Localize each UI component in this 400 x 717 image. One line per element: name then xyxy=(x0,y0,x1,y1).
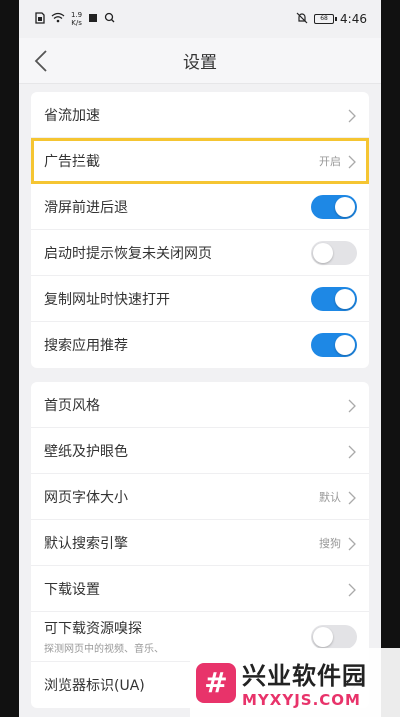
setting-label: 下载设置 xyxy=(44,581,100,598)
setting-label: 复制网址时快速打开 xyxy=(44,291,170,308)
setting-row-download[interactable]: 下载设置 xyxy=(31,566,369,612)
watermark-cn: 兴业软件园 xyxy=(242,662,367,690)
setting-label: 滑屏前进后退 xyxy=(44,199,128,216)
toggle-knob xyxy=(313,242,333,263)
phone-frame: 1.9 K/s 68 4:46 设置 省流加速 广告拦截 开启 滑屏前进后退 启… xyxy=(0,0,400,717)
settings-group-1: 省流加速 广告拦截 开启 滑屏前进后退 启动时提示恢复未关闭网页 复制网址时快速… xyxy=(31,92,369,368)
setting-label: 搜索应用推荐 xyxy=(44,338,128,354)
back-arrow-icon[interactable] xyxy=(31,49,53,73)
mute-bell-icon xyxy=(296,12,308,27)
status-right: 68 4:46 xyxy=(296,12,367,27)
row-right xyxy=(347,108,357,122)
swipe-nav-toggle[interactable] xyxy=(311,194,357,219)
setting-label: 壁纸及护眼色 xyxy=(44,443,128,460)
setting-row-data-saving[interactable]: 省流加速 xyxy=(31,92,369,138)
setting-label: 网页字体大小 xyxy=(44,489,128,506)
watermark-logo: # xyxy=(196,662,236,703)
setting-value: 搜狗 xyxy=(319,536,341,550)
setting-row-quick-open-url: 复制网址时快速打开 xyxy=(31,276,369,322)
setting-sublabel: 探测网页中的视频、音乐、 xyxy=(44,644,164,655)
setting-label: 默认搜索引擎 xyxy=(44,535,128,552)
wifi-icon xyxy=(51,12,65,26)
setting-row-font-size[interactable]: 网页字体大小 默认 xyxy=(31,474,369,520)
setting-label: 省流加速 xyxy=(44,107,100,124)
chevron-right-icon xyxy=(347,582,357,596)
setting-label: 可下载资源嗅探 xyxy=(44,621,142,637)
chevron-right-icon xyxy=(347,398,357,412)
stop-icon xyxy=(88,13,98,26)
page-title: 设置 xyxy=(183,53,217,73)
chevron-right-icon xyxy=(347,444,357,458)
setting-row-wallpaper[interactable]: 壁纸及护眼色 xyxy=(31,428,369,474)
status-left: 1.9 K/s xyxy=(35,11,115,27)
row-right xyxy=(347,582,357,596)
toggle-knob xyxy=(335,288,355,309)
battery-level: 68 xyxy=(320,15,328,22)
screen: 1.9 K/s 68 4:46 设置 省流加速 广告拦截 开启 滑屏前进后退 启… xyxy=(19,0,381,717)
setting-row-search-app-suggest: 搜索应用推荐 xyxy=(31,322,369,368)
setting-label: 浏览器标识(UA) xyxy=(44,678,145,694)
row-right: 搜狗 xyxy=(319,535,357,551)
row-right xyxy=(347,398,357,412)
toggle-knob xyxy=(335,335,355,355)
watermark: # 兴业软件园 MYXYJS.COM xyxy=(190,648,400,717)
row-right: 默认 xyxy=(319,489,357,505)
setting-label: 启动时提示恢复未关闭网页 xyxy=(44,245,212,262)
watermark-en: MYXYJS.COM xyxy=(242,691,361,709)
setting-value: 开启 xyxy=(319,154,341,168)
row-right xyxy=(347,444,357,458)
setting-row-search-engine[interactable]: 默认搜索引擎 搜狗 xyxy=(31,520,369,566)
search-app-suggest-toggle[interactable] xyxy=(311,333,357,357)
quick-open-url-toggle[interactable] xyxy=(311,286,357,311)
search-icon xyxy=(104,12,115,26)
toggle-knob xyxy=(313,626,333,647)
restore-tabs-toggle[interactable] xyxy=(311,240,357,265)
resource-sniff-toggle[interactable] xyxy=(311,624,357,649)
watermark-text: 兴业软件园 MYXYJS.COM xyxy=(242,656,367,709)
toggle-knob xyxy=(335,196,355,217)
setting-row-restore-tabs: 启动时提示恢复未关闭网页 xyxy=(31,230,369,276)
chevron-right-icon xyxy=(347,108,357,122)
row-right: 开启 xyxy=(319,153,357,169)
setting-row-swipe-nav: 滑屏前进后退 xyxy=(31,184,369,230)
network-speed: 1.9 K/s xyxy=(71,11,83,27)
battery-icon: 68 xyxy=(314,14,338,24)
chevron-right-icon xyxy=(347,490,357,504)
setting-label-wrap: 可下载资源嗅探 探测网页中的视频、音乐、 xyxy=(44,618,164,655)
clock: 4:46 xyxy=(340,12,367,26)
chevron-right-icon xyxy=(347,154,357,168)
chevron-right-icon xyxy=(347,536,357,550)
sim-icon xyxy=(35,11,45,27)
setting-value: 默认 xyxy=(319,490,341,504)
setting-row-ad-block[interactable]: 广告拦截 开启 xyxy=(31,138,369,184)
title-bar: 设置 xyxy=(19,38,381,84)
status-bar: 1.9 K/s 68 4:46 xyxy=(19,0,381,38)
setting-label: 首页风格 xyxy=(44,397,100,414)
setting-row-home-style[interactable]: 首页风格 xyxy=(31,382,369,428)
setting-label: 广告拦截 xyxy=(44,153,100,170)
